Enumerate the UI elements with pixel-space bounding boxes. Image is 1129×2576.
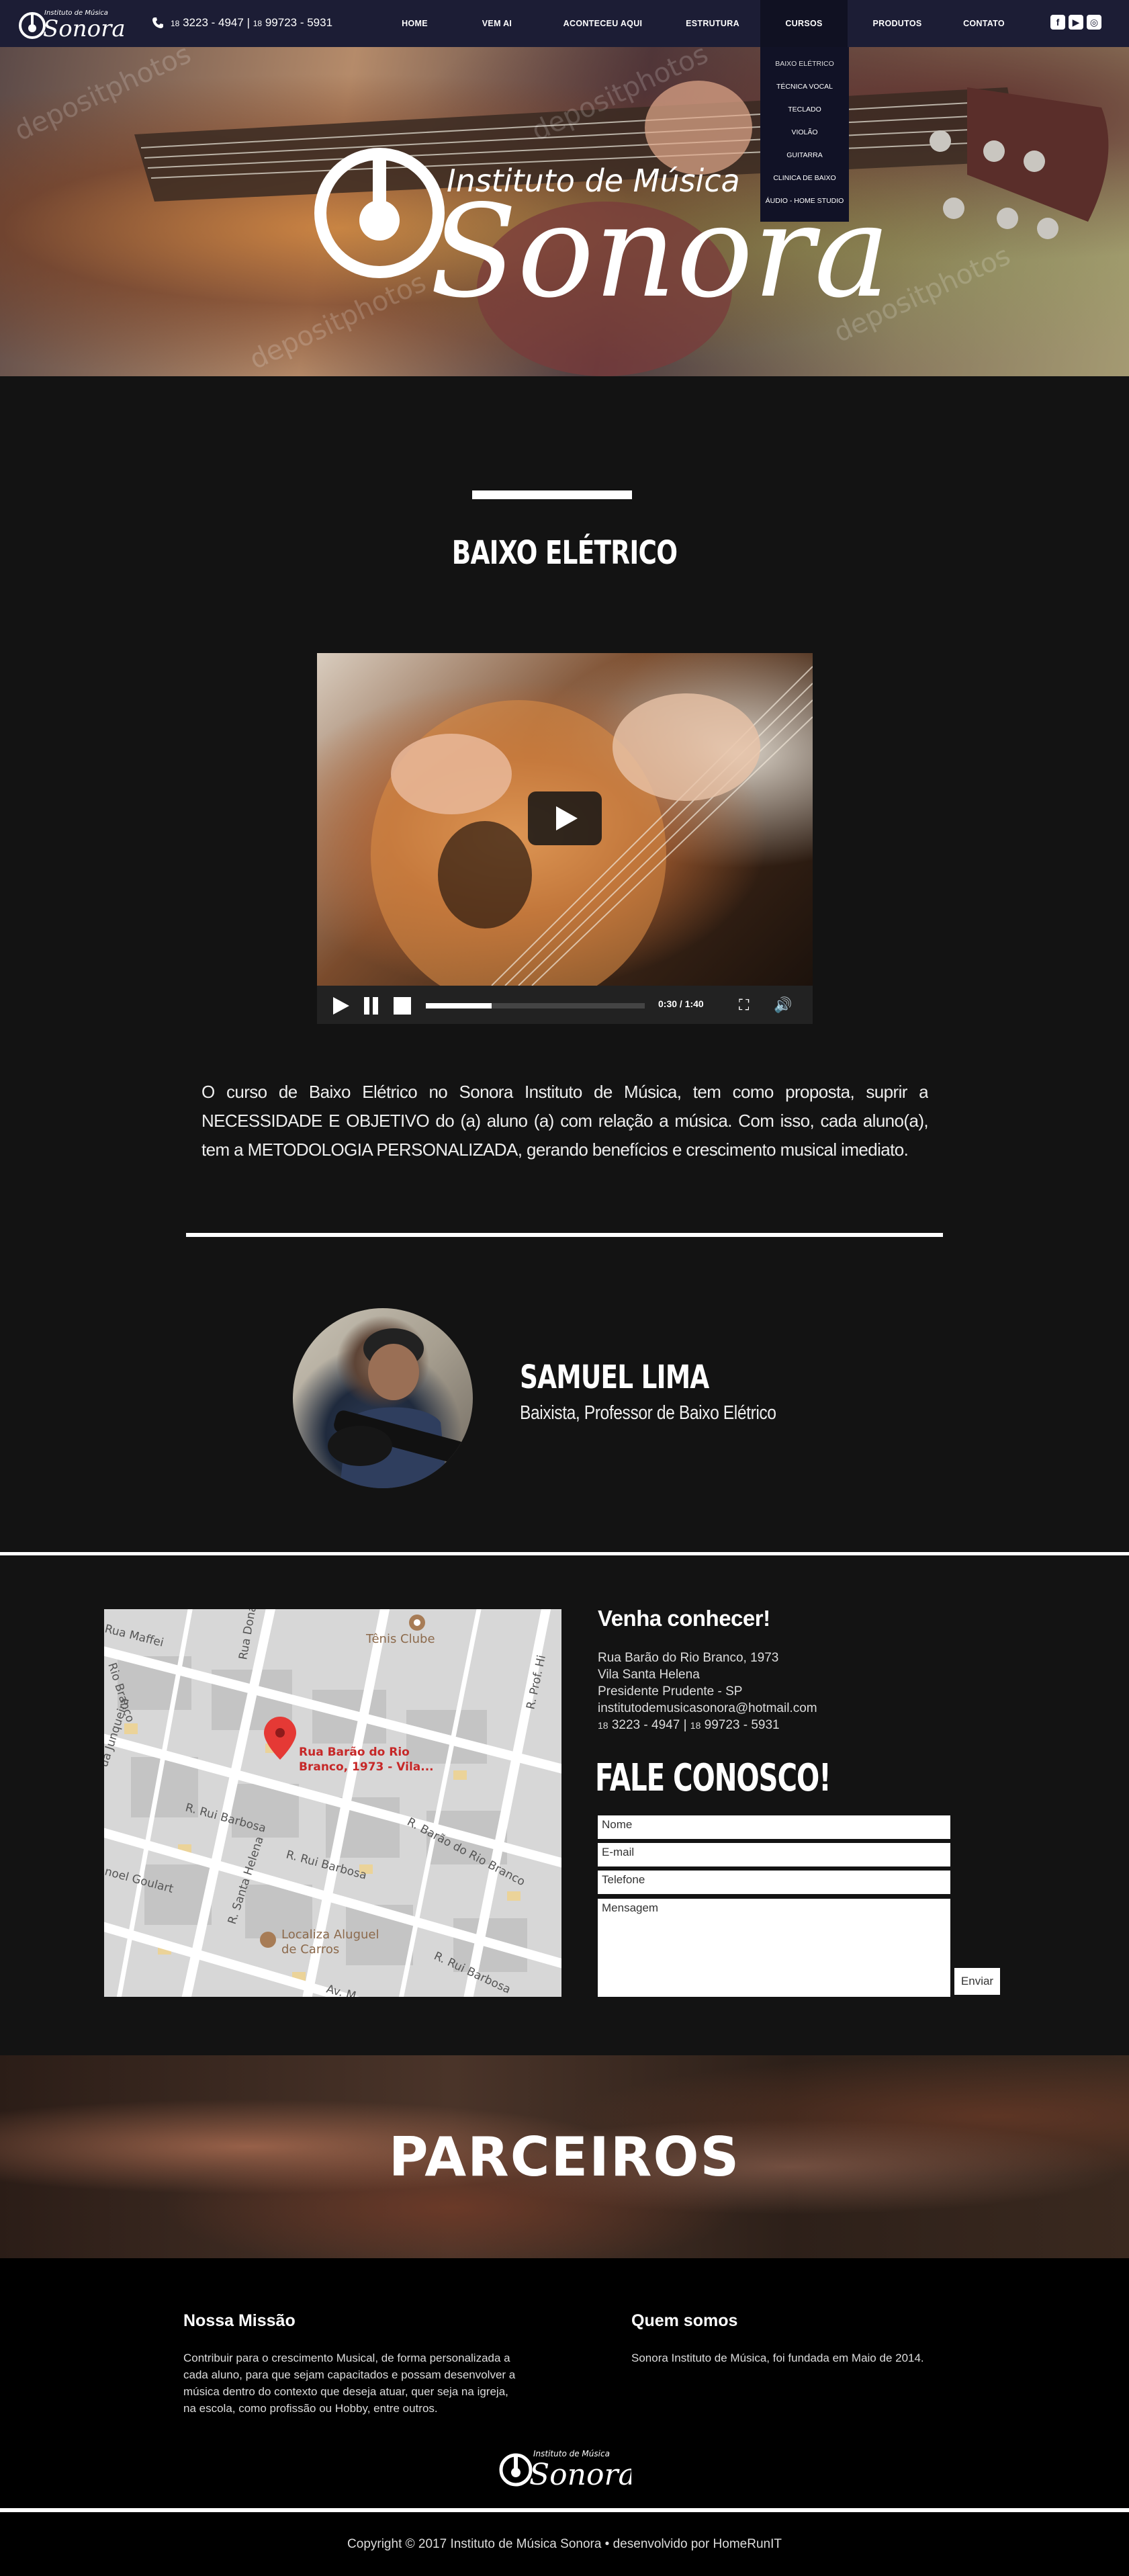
menu-produtos[interactable]: PRODUTOS	[848, 0, 947, 47]
dropdown-tecnica-vocal[interactable]: TÉCNICA VOCAL	[760, 75, 849, 98]
email-input[interactable]: E-mail	[598, 1843, 950, 1866]
contact-phone: 18 3223 - 4947 | 18 99723 - 5931	[598, 1718, 780, 1732]
instagram-icon[interactable]: ◎	[1087, 15, 1101, 30]
address-block: Rua Barão do Rio Branco, 1973 Vila Santa…	[598, 1649, 817, 1734]
address-city: Presidente Prudente - SP	[598, 1684, 743, 1699]
map-place-label: Tênis Clube	[365, 1632, 435, 1646]
teacher-avatar	[293, 1308, 473, 1488]
fullscreen-icon[interactable]: ⛶	[739, 998, 754, 1013]
play-icon[interactable]	[333, 997, 349, 1015]
menu-cursos[interactable]: CURSOS	[760, 0, 848, 47]
dropdown-violao[interactable]: VIOLÃO	[760, 121, 849, 144]
mission-title: Nossa Missão	[183, 2311, 296, 2330]
about-text: Sonora Instituto de Música, foi fundada …	[631, 2352, 924, 2364]
svg-text:Sonora: Sonora	[43, 15, 125, 42]
teacher-role: Baixista, Professor de Baixo Elétrico	[520, 1402, 776, 1424]
course-title: BAIXO ELÉTRICO	[451, 534, 678, 572]
main-menu: HOME VEM AI ACONTECEU AQUI ESTRUTURA CUR…	[376, 0, 1021, 47]
about-title: Quem somos	[631, 2311, 738, 2330]
volume-icon[interactable]: 🔊	[774, 998, 792, 1013]
top-navbar: Instituto de Música Sonora 18 3223 - 494…	[0, 0, 1129, 47]
video-player[interactable]: 0:30 / 1:40 ⛶ 🔊	[317, 653, 813, 1024]
footer	[0, 2258, 1129, 2576]
teacher-photo	[328, 1328, 466, 1488]
footer-logo[interactable]: Instituto de Música Sonora	[497, 2440, 631, 2494]
partners-title: PARCEIROS	[388, 2126, 741, 2188]
hero-banner: Instituto de Música Sonora depositphotos…	[0, 47, 1129, 376]
dropdown-guitarra[interactable]: GUITARRA	[760, 144, 849, 167]
phone-info: 18 3223 - 4947 | 18 99723 - 5931	[152, 16, 332, 30]
video-progress-fill	[426, 1003, 492, 1008]
video-progress-track[interactable]	[426, 1003, 645, 1008]
message-textarea[interactable]: Mensagem	[598, 1899, 950, 1997]
dropdown-clinica-de-baixo[interactable]: CLINICA DE BAIXO	[760, 167, 849, 189]
contact-form-title: FALE CONOSCO!	[595, 1756, 831, 1800]
menu-vem-ai[interactable]: VEM AI	[453, 0, 541, 47]
facebook-icon[interactable]: f	[1050, 15, 1065, 30]
car-rental-icon[interactable]	[260, 1932, 276, 1948]
menu-aconteceu-aqui[interactable]: ACONTECEU AQUI	[541, 0, 665, 47]
mission-text: Contribuir para o crescimento Musical, d…	[183, 2352, 516, 2415]
footer-divider	[0, 2508, 1129, 2512]
visit-title: Venha conhecer!	[598, 1606, 770, 1631]
map-pin-label: Branco, 1973 - Vila...	[299, 1760, 434, 1774]
play-overlay-button[interactable]	[528, 791, 602, 845]
watermark: depositphotos	[10, 47, 196, 147]
video-frame[interactable]	[317, 653, 813, 1009]
phone-icon	[152, 17, 163, 28]
map-place-label: de Carros	[281, 1942, 339, 1957]
contact-email[interactable]: institutodemusicasonora@hotmail.com	[598, 1700, 817, 1717]
teacher-name: SAMUEL LIMA	[520, 1359, 709, 1396]
cursos-dropdown: BAIXO ELÉTRICO TÉCNICA VOCAL TECLADO VIO…	[760, 47, 849, 222]
video-time: 0:30 / 1:40	[658, 998, 704, 1009]
section-divider	[0, 1552, 1129, 1555]
section-divider	[186, 1233, 943, 1237]
dropdown-teclado[interactable]: TECLADO	[760, 98, 849, 121]
name-input[interactable]: Nome	[598, 1815, 950, 1839]
send-button[interactable]: Enviar	[954, 1968, 1000, 1995]
hero-image: Instituto de Música Sonora depositphotos…	[10, 47, 1109, 376]
partners-banner: PARCEIROS	[0, 2055, 1129, 2258]
logo[interactable]: Instituto de Música Sonora	[17, 4, 125, 43]
video-controls: 0:30 / 1:40 ⛶ 🔊	[317, 986, 813, 1024]
youtube-icon[interactable]: ▶	[1069, 15, 1083, 30]
address-street: Rua Barão do Rio Branco, 1973	[598, 1651, 779, 1665]
map-pin-label: Rua Barão do Rio	[299, 1746, 410, 1759]
map-canvas[interactable]: Rua Maffei Rio Branco Rua Dona Mitilda R…	[104, 1609, 561, 1997]
pause-icon[interactable]	[364, 997, 379, 1015]
stop-icon[interactable]	[394, 997, 411, 1015]
course-description: O curso de Baixo Elétrico no Sonora Inst…	[201, 1082, 928, 1160]
phone-input[interactable]: Telefone	[598, 1871, 950, 1894]
menu-estrutura[interactable]: ESTRUTURA	[665, 0, 760, 47]
title-divider	[472, 490, 632, 499]
menu-contato[interactable]: CONTATO	[947, 0, 1021, 47]
address-district: Vila Santa Helena	[598, 1668, 700, 1682]
svg-text:Instituto de Música: Instituto de Música	[533, 2449, 610, 2458]
menu-home[interactable]: HOME	[376, 0, 453, 47]
svg-text:Sonora: Sonora	[529, 2458, 631, 2492]
watermark: depositphotos	[245, 267, 431, 376]
course-description-box: O curso de Baixo Elétrico no Sonora Inst…	[201, 1078, 928, 1199]
map-place-label: Localiza Aluguel	[281, 1928, 379, 1942]
dropdown-baixo-eletrico[interactable]: BAIXO ELÉTRICO	[760, 52, 849, 75]
copyright: Copyright © 2017 Instituto de Música Son…	[347, 2537, 782, 2551]
dropdown-audio-home-studio[interactable]: ÁUDIO - HOME STUDIO	[760, 189, 849, 212]
location-map[interactable]: Rua Maffei Rio Branco Rua Dona Mitilda R…	[104, 1609, 561, 1997]
social-links: f ▶ ◎	[1050, 15, 1101, 30]
